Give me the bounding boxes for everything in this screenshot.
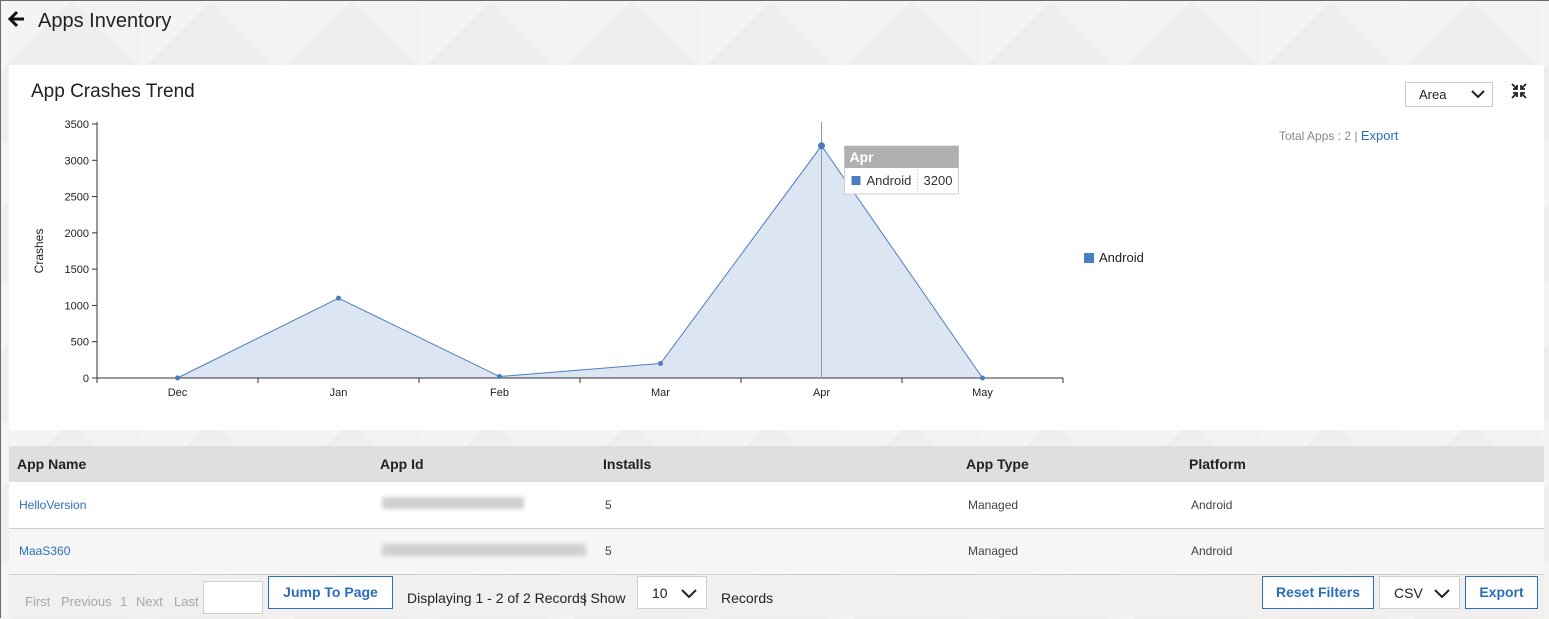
data-point-android	[175, 375, 180, 381]
export-format-value: CSV	[1394, 585, 1423, 601]
redacted-app-id	[382, 543, 586, 556]
legend-swatch-android	[1084, 253, 1094, 263]
chevron-down-icon	[1434, 589, 1450, 599]
pager-current-page[interactable]: 1	[120, 594, 127, 609]
x-tick-label: Mar	[651, 387, 670, 399]
app-name-link[interactable]: MaaS360	[19, 544, 70, 558]
pager-last[interactable]: Last	[174, 594, 199, 609]
app-type-cell: Managed	[968, 544, 1019, 558]
jump-to-page-button[interactable]: Jump To Page	[268, 576, 393, 609]
table-header-row: App Name App Id Installs App Type Platfo…	[9, 446, 1544, 482]
data-point-android	[980, 375, 985, 381]
page-title: Apps Inventory	[38, 10, 172, 32]
installs-cell: 5	[605, 497, 612, 512]
page-size-select[interactable]: 10	[637, 576, 707, 609]
y-tick-label: 2500	[65, 192, 89, 204]
column-header-app-type[interactable]: App Type	[958, 446, 1181, 482]
data-point-android	[658, 360, 663, 366]
app-id-cell	[372, 482, 595, 528]
data-point-android	[336, 295, 341, 301]
data-point-android	[497, 374, 502, 380]
pager-first[interactable]: First	[25, 594, 50, 609]
y-tick-label: 3000	[65, 155, 89, 167]
x-tick-label: Apr	[813, 387, 830, 399]
table-row[interactable]: MaaS360 5 Managed Android	[9, 528, 1544, 574]
reset-filters-button[interactable]: Reset Filters	[1262, 576, 1374, 609]
x-tick-label: Dec	[168, 387, 188, 399]
app-name-link[interactable]: HelloVersion	[19, 498, 86, 512]
show-label: | Show	[583, 590, 626, 606]
table-row[interactable]: HelloVersion 5 Managed Android	[9, 482, 1544, 528]
x-tick-label: Feb	[490, 387, 509, 399]
column-header-installs[interactable]: Installs	[595, 446, 958, 482]
column-header-app-id[interactable]: App Id	[372, 446, 595, 482]
column-header-platform[interactable]: Platform	[1181, 446, 1544, 482]
chart-legend: Android	[1084, 250, 1144, 265]
y-tick-label: 500	[71, 337, 89, 349]
platform-cell: Android	[1191, 544, 1233, 558]
app-id-cell	[372, 528, 595, 574]
tooltip-series: Android	[867, 173, 912, 188]
redacted-app-id	[382, 497, 524, 510]
export-format-select[interactable]: CSV	[1379, 576, 1460, 609]
y-tick-label: 1000	[65, 300, 89, 312]
page-header: Apps Inventory	[1, 1, 1548, 61]
apps-table: App Name App Id Installs App Type Platfo…	[9, 446, 1544, 575]
crashes-area-chart: 0 500 1000 1500 2000 2500 3000 3500 Dec Jan Feb Mar…	[32, 119, 1064, 399]
page-size-value: 10	[652, 585, 668, 601]
x-tick-label: May	[972, 387, 993, 399]
export-button[interactable]: Export	[1465, 576, 1538, 609]
y-axis-label: Crashes	[32, 229, 46, 274]
pager-previous[interactable]: Previous	[61, 594, 112, 609]
pager-next[interactable]: Next	[136, 594, 163, 609]
pagination-bar: First Previous 1 Next Last Jump To Page …	[9, 576, 1544, 618]
legend-label-android[interactable]: Android	[1099, 250, 1144, 265]
y-tick-label: 2000	[65, 228, 89, 240]
displaying-records-text: Displaying 1 - 2 of 2 Records	[407, 590, 587, 606]
data-point-android	[818, 142, 825, 150]
y-tick-label: 0	[83, 373, 89, 385]
y-tick-label: 3500	[65, 119, 89, 131]
platform-cell: Android	[1191, 497, 1233, 512]
jump-page-input[interactable]	[203, 581, 263, 614]
installs-cell: 5	[605, 544, 612, 558]
y-tick-label: 1500	[65, 264, 89, 276]
tooltip-swatch	[851, 176, 861, 185]
app-type-cell: Managed	[968, 497, 1019, 512]
back-arrow-icon[interactable]	[7, 9, 26, 29]
app-name-cell: HelloVersion	[9, 482, 372, 528]
app-name-cell: MaaS360	[9, 528, 372, 574]
x-tick-label: Jan	[330, 387, 348, 399]
tooltip-value: 3200	[924, 173, 953, 188]
records-label: Records	[721, 590, 774, 606]
chevron-down-icon	[681, 589, 697, 599]
apps-table-container: App Name App Id Installs App Type Platfo…	[9, 446, 1544, 575]
column-header-app-name[interactable]: App Name	[9, 446, 372, 482]
tooltip-title: Apr	[850, 149, 875, 165]
chart-panel: App Crashes Trend Area Total Apps : 2 | …	[9, 65, 1544, 430]
